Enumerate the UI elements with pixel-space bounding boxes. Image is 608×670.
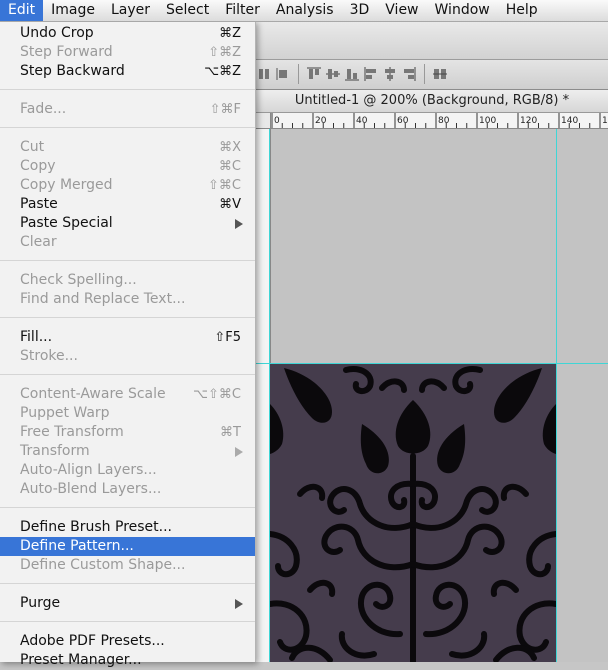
guide-line[interactable]: [269, 129, 270, 662]
ruler-label: 160: [602, 116, 608, 126]
align-left-icon[interactable]: [363, 64, 379, 84]
menu-separator: [0, 260, 255, 261]
menu-item-purge[interactable]: Purge: [0, 594, 255, 613]
menu-item-pdf-presets[interactable]: Adobe PDF Presets...: [0, 632, 255, 651]
menu-item-puppet-warp: Puppet Warp: [20, 405, 110, 421]
menu-item-auto-blend: Auto-Blend Layers...: [20, 481, 162, 497]
menu-image[interactable]: Image: [43, 0, 103, 21]
align-right-icon[interactable]: [401, 64, 417, 84]
menu-item-paste-special[interactable]: Paste Special: [0, 214, 255, 233]
menu-separator: [0, 374, 255, 375]
ruler-label: 80: [438, 116, 450, 126]
menu-item-undo[interactable]: Undo Crop ⌘Z: [0, 24, 255, 43]
align-horizontal-center-icon[interactable]: [382, 64, 398, 84]
ruler-label: 100: [479, 116, 496, 126]
submenu-arrow-icon: [235, 599, 243, 609]
menu-item-copy-merged: Copy Merged ⇧⌘C: [20, 177, 241, 193]
menu-analysis[interactable]: Analysis: [268, 0, 342, 21]
align-bottom-icon[interactable]: [344, 64, 360, 84]
distribute-icon[interactable]: [256, 64, 272, 84]
guide-line[interactable]: [556, 129, 557, 662]
menu-separator: [0, 127, 255, 128]
menu-item-define-brush[interactable]: Define Brush Preset...: [0, 518, 255, 537]
menu-item-find-replace: Find and Replace Text...: [20, 291, 186, 307]
align-top-icon[interactable]: [306, 64, 322, 84]
ruler-label: 20: [315, 116, 327, 126]
menu-item-free-transform: Free Transform ⌘T: [20, 424, 241, 440]
menu-help[interactable]: Help: [498, 0, 546, 21]
menu-item-cut: Cut ⌘X: [20, 139, 241, 155]
menu-view[interactable]: View: [377, 0, 426, 21]
ruler-label: 120: [520, 116, 537, 126]
menu-item-step-backward[interactable]: Step Backward ⌥⌘Z: [0, 62, 255, 81]
menu-item-clear: Clear: [20, 234, 57, 250]
document-title: Untitled-1 @ 200% (Background, RGB/8) *: [256, 90, 608, 113]
menu-item-check-spelling: Check Spelling...: [20, 272, 137, 288]
menu-item-paste[interactable]: Paste ⌘V: [0, 195, 255, 214]
menu-3d[interactable]: 3D: [342, 0, 378, 21]
menu-item-auto-align: Auto-Align Layers...: [20, 462, 157, 478]
menu-separator: [0, 621, 255, 622]
guide-line[interactable]: [256, 363, 608, 364]
menu-separator: [0, 583, 255, 584]
menu-item-fade: Fade... ⇧⌘F: [20, 101, 241, 117]
menu-separator: [0, 507, 255, 508]
menu-item-transform: Transform: [0, 442, 255, 461]
ruler-label: 40: [356, 116, 368, 126]
menu-item-stroke: Stroke...: [20, 348, 78, 364]
damask-pattern-image: [270, 366, 556, 662]
menu-item-define-pattern[interactable]: Define Pattern...: [0, 537, 255, 556]
menu-item-content-aware-scale: Content-Aware Scale ⌥⇧⌘C: [20, 386, 241, 402]
auto-align-icon[interactable]: [432, 64, 448, 84]
menu-separator: [0, 317, 255, 318]
toolbar-divider: [298, 64, 299, 84]
menu-item-define-custom-shape: Define Custom Shape...: [20, 557, 186, 573]
menu-layer[interactable]: Layer: [103, 0, 158, 21]
distribute-icon[interactable]: [275, 64, 291, 84]
menu-item-fill[interactable]: Fill... ⇧F5: [0, 328, 255, 347]
align-vertical-center-icon[interactable]: [325, 64, 341, 84]
edit-menu: Undo Crop ⌘Z Step Forward ⇧⌘Z Step Backwar…: [0, 21, 256, 668]
menu-separator: [0, 89, 255, 90]
menu-item-step-forward: Step Forward ⇧⌘Z: [20, 44, 241, 60]
menu-item-preset-manager[interactable]: Preset Manager...: [0, 651, 255, 670]
menu-select[interactable]: Select: [158, 0, 217, 21]
menu-item-copy: Copy ⌘C: [20, 158, 241, 174]
ruler-ticks: 0 20 40 60 80 100 120 140 160: [271, 113, 608, 128]
ruler-label: 60: [397, 116, 409, 126]
submenu-arrow-icon: [235, 219, 243, 229]
ruler-label: 140: [561, 116, 578, 126]
toolbar-divider: [424, 64, 425, 84]
menu-filter[interactable]: Filter: [217, 0, 268, 21]
menu-bar: Edit Image Layer Select Filter Analysis …: [0, 0, 608, 22]
menu-window[interactable]: Window: [427, 0, 498, 21]
horizontal-ruler[interactable]: 0 20 40 60 80 100 120 140 160: [256, 113, 608, 129]
ruler-label: 0: [274, 116, 280, 126]
submenu-arrow-icon: [235, 447, 243, 457]
ruler-origin[interactable]: [256, 113, 271, 129]
menu-edit[interactable]: Edit: [0, 0, 44, 21]
canvas-pattern[interactable]: [270, 364, 556, 662]
